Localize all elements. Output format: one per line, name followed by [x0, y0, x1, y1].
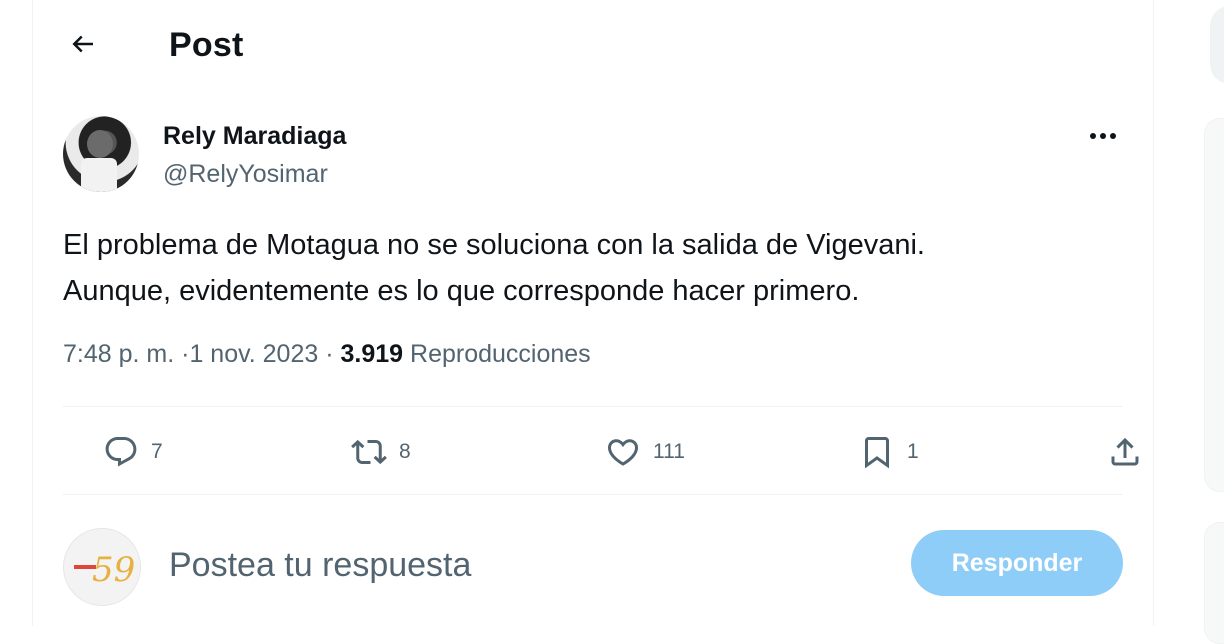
reply-icon	[105, 437, 137, 467]
views-count: 3.919	[340, 340, 404, 368]
post-text-line-2: Aunque, evidentemente es lo que correspo…	[63, 275, 860, 307]
action-bar: 7 8 111 1	[63, 408, 1139, 494]
views-label: Reproducciones	[410, 340, 591, 368]
page-title: Post	[169, 26, 244, 64]
bookmark-count: 1	[907, 440, 919, 463]
divider-bottom	[63, 494, 1123, 495]
reply-input[interactable]	[167, 538, 871, 592]
repost-action[interactable]: 8	[351, 432, 411, 472]
post-author: Rely Maradiaga @RelyYosimar	[63, 116, 1123, 194]
back-arrow-icon	[72, 35, 93, 53]
right-sidebar	[1190, 0, 1224, 644]
divider-top	[63, 406, 1123, 407]
meta-separator: ·	[325, 340, 334, 368]
author-handle[interactable]: @RelyYosimar	[163, 160, 328, 189]
like-icon	[607, 439, 639, 466]
search-bar-edge[interactable]	[1210, 6, 1224, 84]
share-icon	[1111, 437, 1139, 466]
post-text: El problema de Motagua no se soluciona c…	[63, 222, 1123, 314]
repost-count: 8	[399, 440, 411, 463]
back-button[interactable]	[61, 22, 105, 66]
more-icon	[1090, 133, 1116, 139]
sidebar-card-edge	[1204, 118, 1224, 492]
reply-button[interactable]: Responder	[911, 530, 1123, 596]
reply-composer: 59 Responder	[63, 520, 1123, 610]
author-name[interactable]: Rely Maradiaga	[163, 122, 346, 151]
bookmark-action[interactable]: 1	[859, 432, 919, 472]
repost-icon	[351, 439, 387, 465]
post-time[interactable]: 7:48 p. m.	[63, 340, 174, 368]
user-avatar-logo-icon: 59	[74, 550, 135, 590]
svg-text:59: 59	[92, 550, 135, 590]
post-text-line-1: El problema de Motagua no se soluciona c…	[63, 229, 925, 261]
user-avatar[interactable]: 59	[63, 528, 141, 606]
reply-action[interactable]: 7	[103, 432, 163, 472]
post-date[interactable]: 1 nov. 2023	[189, 340, 318, 368]
more-button[interactable]	[1083, 120, 1123, 152]
bookmark-icon	[865, 437, 889, 469]
author-avatar[interactable]	[63, 116, 139, 192]
post-meta: 7:48 p. m. ·1 nov. 2023 · 3.919 Reproduc…	[63, 340, 591, 369]
header: Post	[33, 0, 1153, 92]
share-action[interactable]	[1107, 432, 1143, 472]
reply-count: 7	[151, 440, 163, 463]
like-action[interactable]: 111	[605, 432, 685, 472]
like-count: 111	[653, 440, 685, 463]
main-column: Post Rely Maradiaga @RelyYosimar El prob…	[32, 0, 1154, 626]
